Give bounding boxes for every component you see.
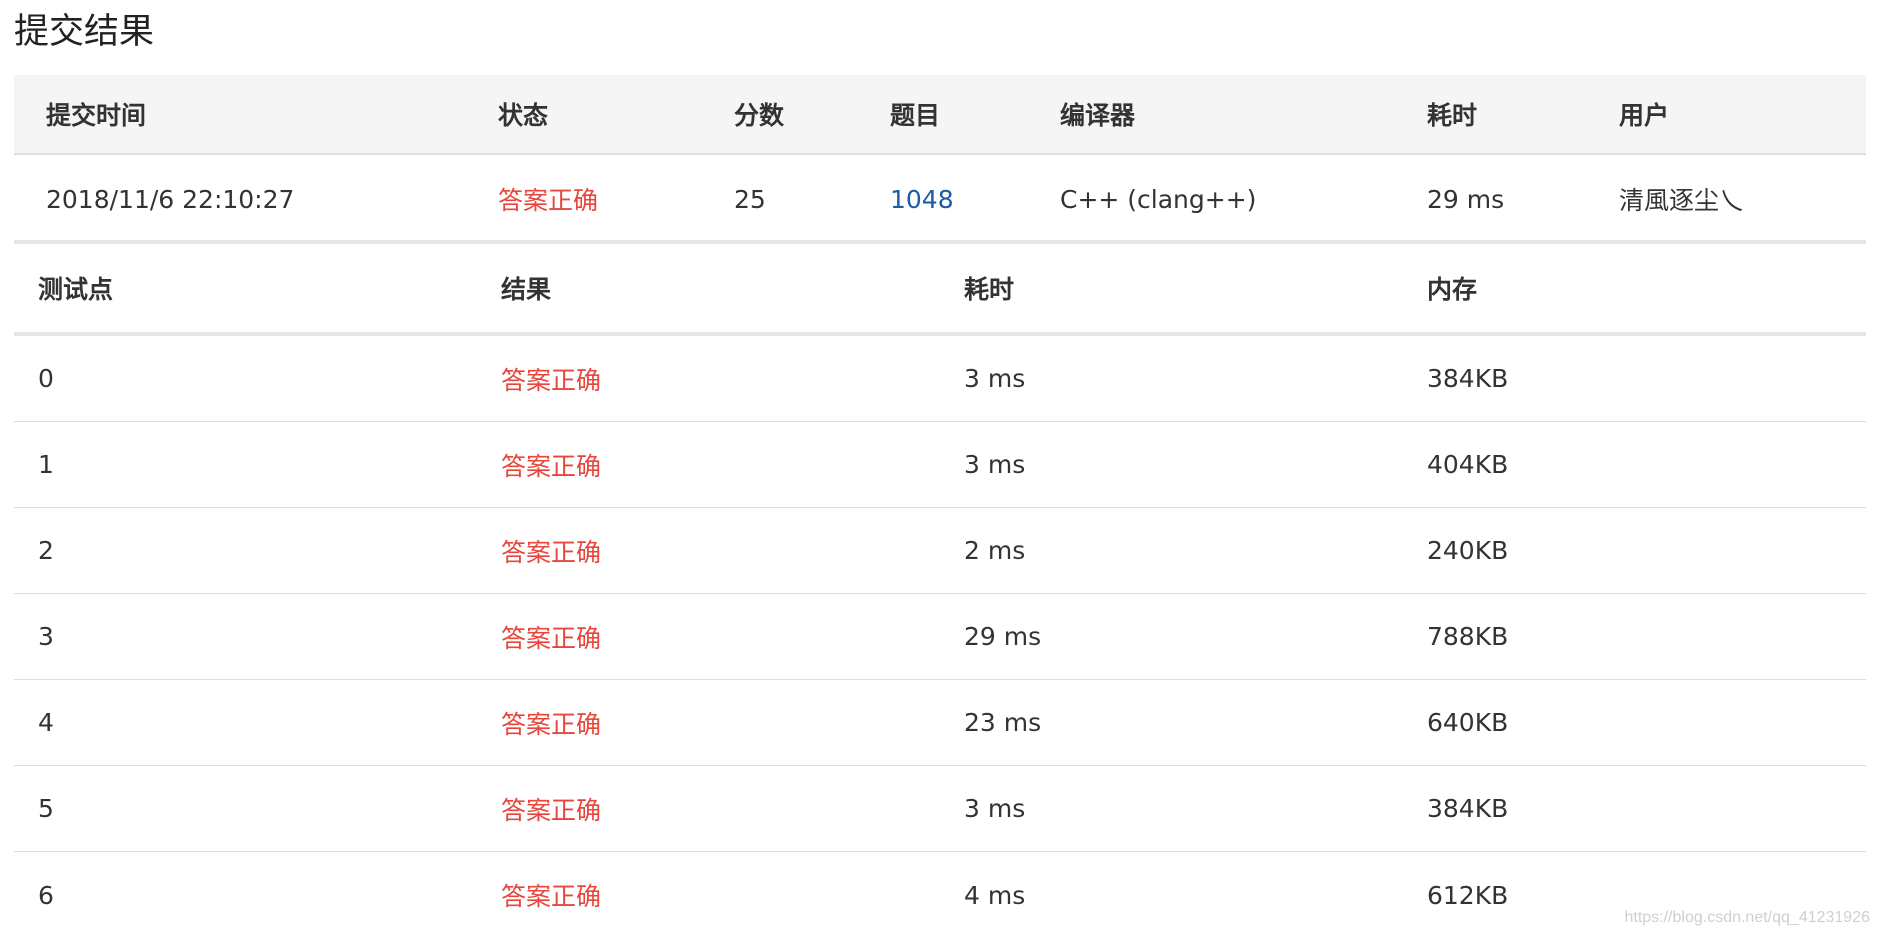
page-title: 提交结果 — [14, 12, 155, 52]
watermark: https://blog.csdn.net/qq_41231926 — [1624, 909, 1870, 926]
table-row: 2 答案正确 2 ms 240KB — [14, 508, 1866, 594]
submission-header-row: 提交时间 状态 分数 题目 编译器 耗时 用户 — [14, 75, 1866, 155]
table-row: 5 答案正确 3 ms 384KB — [14, 766, 1866, 852]
case-id: 5 — [38, 794, 54, 823]
table-row: 0 答案正确 3 ms 384KB — [14, 336, 1866, 422]
header-memory: 内存 — [1427, 275, 1478, 304]
case-memory: 640KB — [1427, 708, 1509, 737]
case-id: 6 — [38, 880, 54, 910]
test-case-table: 测试点 结果 耗时 内存 0 答案正确 3 ms 384KB 1 答案正确 3 … — [14, 240, 1866, 937]
header-score: 分数 — [734, 101, 785, 130]
case-id: 2 — [38, 536, 54, 565]
case-memory: 612KB — [1427, 880, 1509, 910]
table-row: 6 答案正确 4 ms 612KB — [14, 852, 1866, 937]
header-elapsed: 耗时 — [1427, 101, 1478, 130]
case-id: 1 — [38, 450, 54, 479]
case-memory: 384KB — [1427, 794, 1509, 823]
case-result: 答案正确 — [501, 882, 602, 911]
case-elapsed: 3 ms — [964, 794, 1026, 823]
header-result: 结果 — [501, 275, 552, 304]
case-id: 4 — [38, 708, 54, 737]
case-result: 答案正确 — [501, 451, 602, 481]
table-row: 1 答案正确 3 ms 404KB — [14, 422, 1866, 508]
case-elapsed: 3 ms — [964, 364, 1026, 393]
header-case-elapsed: 耗时 — [964, 275, 1015, 304]
header-status: 状态 — [498, 101, 549, 130]
submission-table: 提交时间 状态 分数 题目 编译器 耗时 用户 2018/11/6 22:10:… — [14, 75, 1866, 243]
case-result: 答案正确 — [501, 623, 602, 653]
case-elapsed: 3 ms — [964, 450, 1026, 479]
header-test-case: 测试点 — [38, 275, 114, 304]
case-memory: 240KB — [1427, 536, 1509, 565]
case-memory: 384KB — [1427, 364, 1509, 393]
case-elapsed: 2 ms — [964, 536, 1026, 565]
case-elapsed: 4 ms — [964, 880, 1026, 910]
case-memory: 404KB — [1427, 450, 1509, 479]
case-elapsed: 23 ms — [964, 708, 1042, 737]
header-submit-time: 提交时间 — [46, 101, 147, 130]
case-elapsed: 29 ms — [964, 622, 1042, 651]
case-result: 答案正确 — [501, 709, 602, 739]
table-row: 4 答案正确 23 ms 640KB — [14, 680, 1866, 766]
case-result: 答案正确 — [501, 537, 602, 567]
submission-elapsed: 29 ms — [1427, 184, 1505, 214]
submission-row: 2018/11/6 22:10:27 答案正确 25 1048 C++ (cla… — [14, 155, 1866, 243]
submission-status: 答案正确 — [498, 186, 599, 215]
case-id: 0 — [38, 364, 54, 393]
page: 提交结果 提交时间 状态 分数 题目 编译器 耗时 用户 2018/11/6 2… — [0, 0, 1878, 937]
case-memory: 788KB — [1427, 622, 1509, 651]
submission-user: 清風逐尘乀 — [1619, 186, 1745, 215]
header-compiler: 编译器 — [1060, 101, 1136, 130]
table-row: 3 答案正确 29 ms 788KB — [14, 594, 1866, 680]
test-case-header-row: 测试点 结果 耗时 内存 — [14, 240, 1866, 336]
submit-time: 2018/11/6 22:10:27 — [46, 184, 295, 214]
header-user: 用户 — [1619, 101, 1670, 130]
submission-compiler: C++ (clang++) — [1060, 184, 1257, 214]
problem-link[interactable]: 1048 — [890, 155, 954, 243]
case-result: 答案正确 — [501, 365, 602, 395]
header-problem: 题目 — [890, 101, 941, 130]
case-id: 3 — [38, 622, 54, 651]
submission-score: 25 — [734, 184, 766, 214]
case-result: 答案正确 — [501, 795, 602, 825]
